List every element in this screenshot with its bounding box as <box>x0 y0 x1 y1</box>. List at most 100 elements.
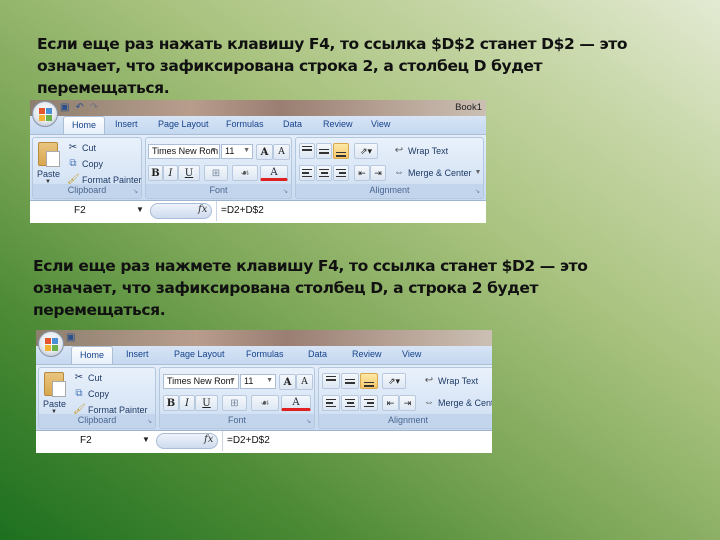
align-center-button[interactable] <box>341 395 359 411</box>
paste-icon[interactable] <box>38 142 60 167</box>
tab-home[interactable]: Home <box>71 346 114 365</box>
borders-button[interactable]: ⊞ <box>204 165 228 181</box>
save-icon[interactable]: ▣ <box>60 102 69 113</box>
name-box[interactable]: F2 <box>36 431 154 451</box>
align-bottom-icon <box>364 381 374 387</box>
tab-view[interactable]: View <box>371 119 390 129</box>
quick-access-toolbar: ▣ <box>66 332 75 343</box>
insert-function-icon[interactable]: fx <box>204 434 213 445</box>
tab-review[interactable]: Review <box>352 349 382 359</box>
font-color-button[interactable]: A <box>260 165 288 181</box>
redo-icon[interactable]: ↷ <box>90 102 98 113</box>
dialog-launcher-icon[interactable]: ↘ <box>283 188 288 195</box>
decrease-indent-button[interactable]: ⇤ <box>382 395 399 411</box>
formula-input[interactable]: =D2+D$2 <box>222 431 270 451</box>
name-box[interactable]: F2 <box>30 201 148 221</box>
office-button[interactable] <box>32 101 58 127</box>
cut-button[interactable]: ✂ Cut <box>67 142 96 153</box>
copy-button[interactable]: ⧉ Copy <box>67 158 103 169</box>
align-left-icon <box>326 398 336 408</box>
tab-home[interactable]: Home <box>63 116 106 135</box>
tab-formulas[interactable]: Formulas <box>226 119 264 129</box>
merge-center-button[interactable]: ⇔Merge & Center <box>423 397 492 408</box>
underline-button[interactable]: U <box>178 165 200 181</box>
office-logo-icon <box>44 337 58 351</box>
office-button[interactable] <box>38 331 64 357</box>
insert-function-icon[interactable]: fx <box>198 204 207 215</box>
align-right-button[interactable] <box>333 165 349 181</box>
italic-button[interactable]: I <box>163 165 178 181</box>
tab-view[interactable]: View <box>402 349 421 359</box>
align-top-button[interactable] <box>322 373 340 389</box>
copy-icon: ⧉ <box>69 158 77 169</box>
align-right-button[interactable] <box>360 395 378 411</box>
dialog-launcher-icon[interactable]: ↘ <box>306 418 311 425</box>
chevron-down-icon: ▼ <box>210 147 217 154</box>
tab-page-layout[interactable]: Page Layout <box>158 119 209 129</box>
clipboard-group: Paste ▼ ✂ Cut ⧉ Copy 🖌 Format Painter Clipb… <box>38 367 156 429</box>
align-bottom-button[interactable] <box>360 373 378 389</box>
font-size-select[interactable]: 11 ▼ <box>240 374 276 389</box>
tab-data[interactable]: Data <box>283 119 302 129</box>
font-size-select[interactable]: 11 ▼ <box>221 144 253 159</box>
tab-data[interactable]: Data <box>308 349 327 359</box>
wrap-text-button[interactable]: ↩ Wrap Text <box>423 375 478 386</box>
paint-bucket-icon: ☙ <box>260 397 270 409</box>
ribbon-tabs: Home Insert Page Layout Formulas Data Re… <box>36 346 492 365</box>
underline-button[interactable]: U <box>195 395 218 411</box>
align-left-button[interactable] <box>299 165 315 181</box>
align-left-button[interactable] <box>322 395 340 411</box>
align-middle-button[interactable] <box>316 143 332 159</box>
grow-font-button[interactable]: A <box>256 144 273 160</box>
undo-icon[interactable]: ↶ <box>75 102 83 113</box>
align-bottom-button[interactable] <box>333 143 349 159</box>
orientation-button[interactable]: ⇗▾ <box>354 143 378 159</box>
paste-button[interactable]: Paste <box>43 399 66 409</box>
dialog-launcher-icon[interactable]: ↘ <box>133 188 138 195</box>
cut-button[interactable]: ✂ Cut <box>73 372 102 383</box>
copy-button[interactable]: ⧉ Copy <box>73 388 109 399</box>
merge-center-button[interactable]: ⇔ Merge & Center ▼ <box>393 167 481 178</box>
bold-button[interactable]: B <box>148 165 163 181</box>
clipboard-group: Paste ▼ ✂ Cut ⧉ Copy 🖌 Format Painter Clipb… <box>32 137 142 199</box>
shrink-font-button[interactable]: A <box>296 374 313 390</box>
fill-color-button[interactable]: ☙ <box>251 395 279 411</box>
align-top-button[interactable] <box>299 143 315 159</box>
grow-font-button[interactable]: A <box>279 374 296 390</box>
name-box-dropdown-icon[interactable]: ▼ <box>142 435 150 444</box>
fill-color-button[interactable]: ☙ <box>232 165 258 181</box>
increase-indent-button[interactable]: ⇥ <box>399 395 416 411</box>
increase-indent-button[interactable]: ⇥ <box>370 165 386 181</box>
paste-button[interactable]: Paste <box>37 169 60 179</box>
tab-page-layout[interactable]: Page Layout <box>174 349 225 359</box>
title-bar: ▣ ↶ ↷ Book1 <box>30 100 486 116</box>
align-middle-button[interactable] <box>341 373 359 389</box>
italic-button[interactable]: I <box>179 395 195 411</box>
dialog-launcher-icon[interactable]: ↘ <box>147 418 152 425</box>
name-box-dropdown-icon[interactable]: ▼ <box>136 205 144 214</box>
borders-button[interactable]: ⊞ <box>222 395 247 411</box>
bold-button[interactable]: B <box>163 395 179 411</box>
font-name-select[interactable]: Times New Rom ▼ <box>148 144 220 159</box>
decrease-indent-button[interactable]: ⇤ <box>354 165 370 181</box>
paste-icon[interactable] <box>44 372 66 397</box>
merge-icon: ⇔ <box>394 167 404 178</box>
scissors-icon: ✂ <box>74 372 84 383</box>
merge-icon: ⇔ <box>424 397 434 408</box>
orientation-button[interactable]: ⇗▾ <box>382 373 406 389</box>
tab-insert[interactable]: Insert <box>126 349 149 359</box>
chevron-down-icon: ▼ <box>474 169 482 176</box>
align-center-button[interactable] <box>316 165 332 181</box>
tab-review[interactable]: Review <box>323 119 353 129</box>
decrease-indent-icon: ⇤ <box>386 397 395 408</box>
formula-input[interactable]: =D2+D$2 <box>216 201 264 221</box>
dialog-launcher-icon[interactable]: ↘ <box>475 188 480 195</box>
instruction-paragraph-first: Если еще раз нажать клавишу F4, то ссылк… <box>37 35 628 97</box>
tab-insert[interactable]: Insert <box>115 119 138 129</box>
tab-formulas[interactable]: Formulas <box>246 349 284 359</box>
font-name-select[interactable]: Times New Rom ▼ <box>163 374 239 389</box>
shrink-font-button[interactable]: A <box>273 144 290 160</box>
font-color-button[interactable]: A <box>281 395 311 411</box>
save-icon[interactable]: ▣ <box>66 332 75 343</box>
wrap-text-button[interactable]: ↩ Wrap Text <box>393 145 448 156</box>
